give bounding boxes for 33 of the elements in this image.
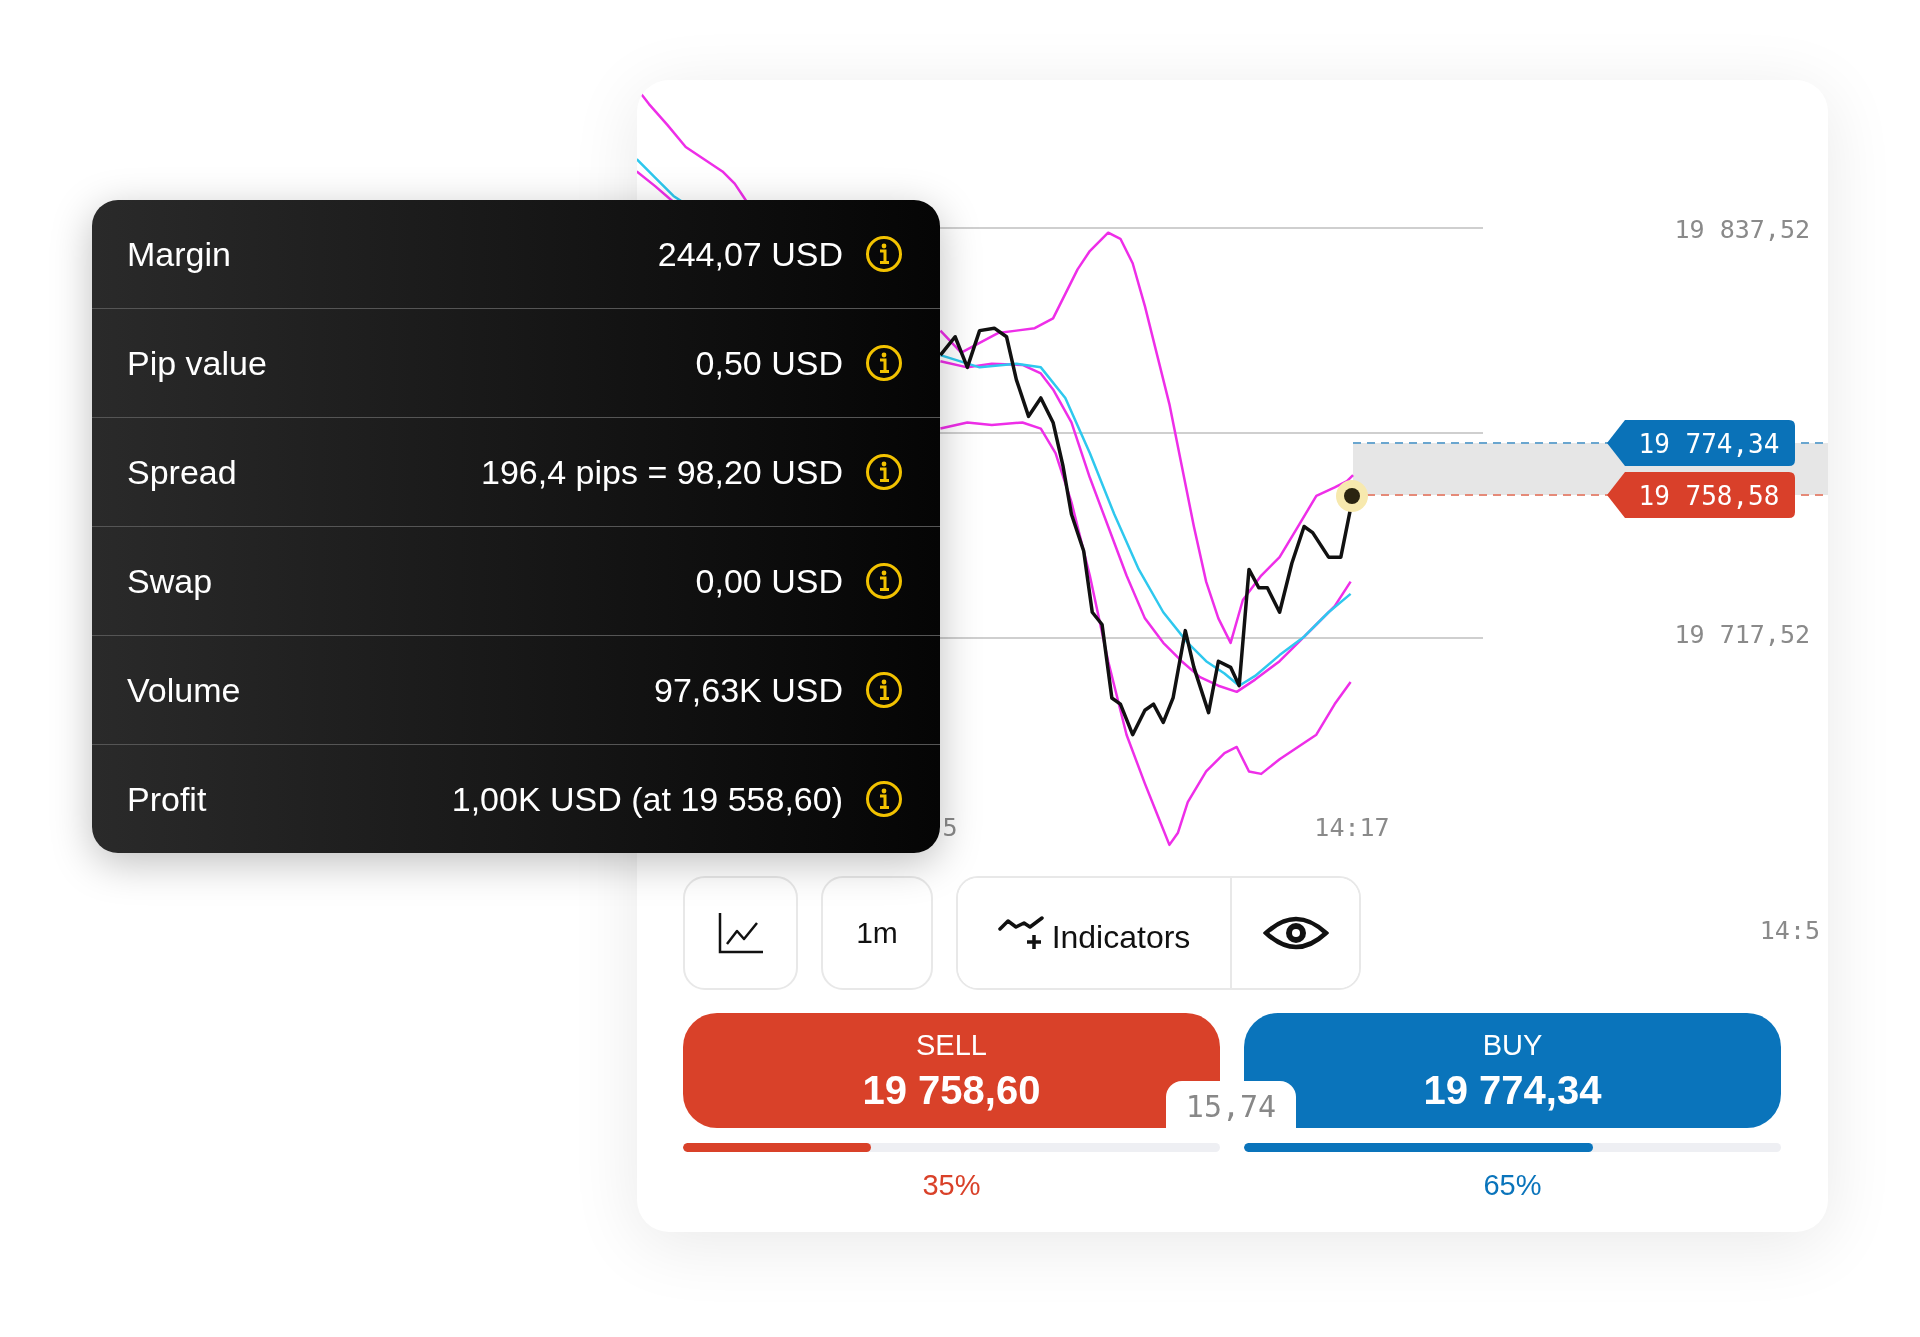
current-price-dot [1336, 480, 1368, 512]
info-icon[interactable] [865, 344, 903, 382]
info-icon[interactable] [865, 453, 903, 491]
spread-value: 15,74 [1166, 1081, 1296, 1128]
info-label: Pip value [127, 343, 268, 383]
info-label: Profit [127, 779, 208, 819]
info-value: 0,00 USD [695, 561, 843, 601]
info-value: 1,00K USD (at 19 558,60) [451, 779, 843, 819]
info-icon[interactable] [865, 671, 903, 709]
indicators-button[interactable]: Indicators [958, 878, 1232, 988]
time-axis-label: 5 [942, 813, 958, 842]
time-axis-label: 14:17 [1314, 813, 1390, 842]
info-icon[interactable] [865, 235, 903, 273]
sell-share: 35% [922, 1169, 981, 1202]
info-icon[interactable] [865, 780, 903, 818]
info-label: Volume [127, 670, 242, 710]
info-value: 97,63K USD [654, 670, 843, 710]
info-label: Margin [127, 234, 232, 274]
info-icon[interactable] [865, 562, 903, 600]
timeframe-button[interactable]: 1m [821, 876, 933, 990]
time-axis-label: 14:5 [1759, 916, 1820, 945]
info-label: Spread [127, 452, 238, 492]
chart-type-button[interactable] [683, 876, 798, 990]
buy-share: 65% [1483, 1169, 1542, 1202]
info-value: 244,07 USD [657, 234, 843, 274]
bid-price-tag: 19 758,58 [1607, 472, 1795, 518]
price-axis-label: 19 837,52 [1674, 215, 1810, 244]
price-axis-label: 19 717,52 [1674, 620, 1810, 649]
info-label: Swap [127, 561, 214, 601]
info-value: 196,4 pips = 98,20 USD [481, 452, 843, 492]
ask-price-tag: 19 774,34 [1607, 420, 1795, 466]
line-chart-icon [716, 911, 765, 955]
info-value: 0,50 USD [695, 343, 843, 383]
